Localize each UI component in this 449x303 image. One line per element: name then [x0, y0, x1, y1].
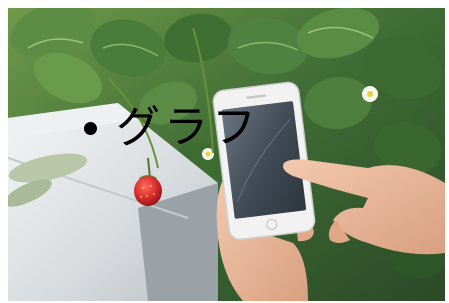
graph-label: グラフ: [116, 102, 260, 153]
overlay-label: グラフ: [84, 102, 260, 154]
photo-frame: [8, 8, 445, 301]
strawberry-farm-photo: [8, 8, 445, 301]
bullet-icon: [84, 121, 97, 135]
